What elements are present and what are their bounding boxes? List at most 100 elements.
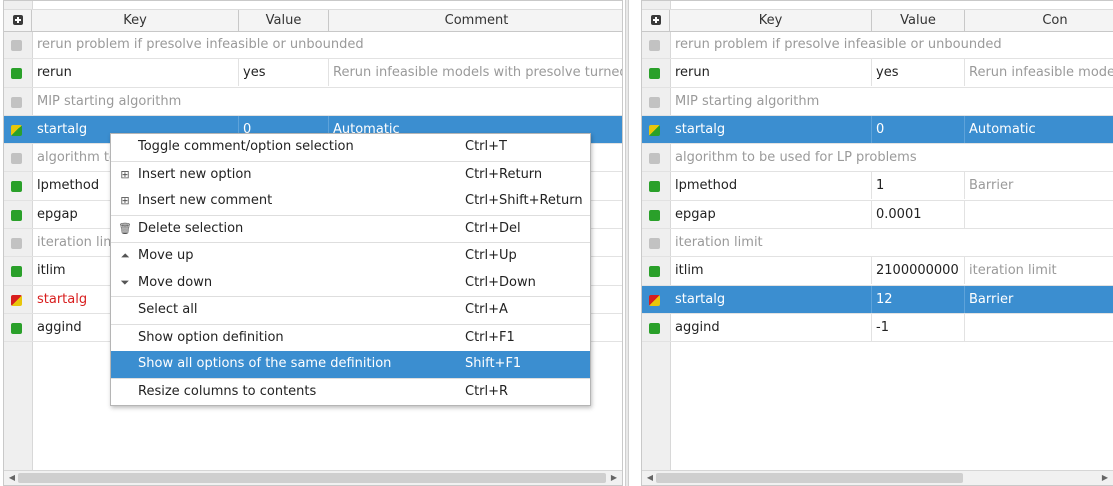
menu-item-move-up[interactable]: ⏶ Move up Ctrl+Up <box>111 243 590 270</box>
error-indicator-icon <box>11 294 22 306</box>
table-body: rerun problem if presolve infeasible or … <box>642 31 1113 343</box>
column-header-comment[interactable]: Con <box>965 10 1113 31</box>
context-menu: Toggle comment/option selection Ctrl+T ⊞ In… <box>110 133 591 406</box>
option-comment-cell[interactable]: Automatic <box>965 116 1113 143</box>
menu-item-show-all-options-of-the-same-definition[interactable]: Show all options of the same definition S… <box>111 351 590 378</box>
pane-splitter[interactable] <box>625 0 629 486</box>
comment-indicator-icon <box>11 96 22 108</box>
option-value-cell[interactable]: 1 <box>872 172 965 200</box>
comment-text[interactable]: MIP starting algorithm <box>33 88 622 115</box>
option-comment-cell[interactable]: Barrier <box>965 286 1113 313</box>
horizontal-scrollbar[interactable]: ◀ ▶ <box>4 470 622 485</box>
menu-item-shortcut: Ctrl+R <box>465 383 509 399</box>
option-row[interactable]: startalg 0 Automatic <box>642 115 1113 145</box>
option-value-cell[interactable]: 0.0001 <box>872 200 965 228</box>
scroll-right-icon[interactable]: ▶ <box>608 473 620 483</box>
option-value-cell[interactable]: 0 <box>872 115 965 143</box>
option-row[interactable]: rerun yes Rerun infeasible models with pre… <box>4 59 622 88</box>
menu-item-resize-columns-to-contents[interactable]: Resize columns to contents Ctrl+R <box>111 379 590 406</box>
option-indicator-icon <box>649 68 660 80</box>
menu-item-label: Insert new option <box>138 166 252 182</box>
add-row-header-button[interactable] <box>642 10 670 31</box>
insert-comment-icon: ⊞ <box>120 194 130 207</box>
insert-option-icon: ⊞ <box>120 167 130 181</box>
menu-item-move-down[interactable]: ⏷ Move down Ctrl+Down <box>111 270 590 297</box>
menu-item-label: Insert new comment <box>138 193 273 208</box>
column-header-value[interactable]: Value <box>872 10 965 31</box>
option-comment-cell[interactable]: iteration limit <box>965 257 1113 284</box>
option-indicator-icon <box>11 68 22 80</box>
option-row[interactable]: itlim 2100000000 iteration limit <box>642 257 1113 286</box>
option-key-cell[interactable]: itlim <box>671 257 872 285</box>
menu-item-insert-new-comment[interactable]: ⊞ Insert new comment Ctrl+Shift+Return <box>111 188 590 215</box>
error-indicator-icon <box>649 294 660 306</box>
comment-text[interactable]: MIP starting algorithm <box>671 88 1113 115</box>
add-row-header-button[interactable] <box>4 10 32 31</box>
option-value-cell[interactable]: yes <box>239 59 329 87</box>
menu-item-delete-selection[interactable]: 🗑 Delete selection Ctrl+Del <box>111 216 590 243</box>
plus-icon <box>651 15 661 25</box>
option-comment-cell[interactable]: Barrier <box>965 172 1113 199</box>
option-indicator-icon <box>649 322 660 334</box>
option-indicator-icon <box>11 181 22 193</box>
menu-item-label: Show option definition <box>138 329 284 345</box>
menu-item-label: Delete selection <box>138 220 244 236</box>
comment-text[interactable]: rerun problem if presolve infeasible or … <box>33 31 622 58</box>
option-comment-cell[interactable]: Rerun infeasible models with presolve tu… <box>329 59 622 86</box>
option-indicator-icon <box>11 322 22 334</box>
option-indicator-icon <box>649 181 660 193</box>
option-row[interactable]: lpmethod 1 Barrier <box>642 172 1113 201</box>
horizontal-scrollbar[interactable]: ◀ ▶ <box>642 470 1113 485</box>
option-key-cell[interactable]: startalg <box>671 115 872 143</box>
comment-text[interactable]: algorithm to be used for LP problems <box>671 144 1113 171</box>
table-header: Key Value Comment <box>4 9 622 32</box>
option-comment-cell[interactable] <box>965 201 1113 228</box>
comment-row[interactable]: iteration limit <box>642 229 1113 258</box>
modified-indicator-icon <box>11 124 22 136</box>
comment-indicator-icon <box>649 153 660 165</box>
scrollbar-thumb[interactable] <box>18 473 606 483</box>
option-row[interactable]: aggind -1 <box>642 313 1113 343</box>
comment-row[interactable]: MIP starting algorithm <box>4 88 622 116</box>
scrollbar-thumb[interactable] <box>656 473 963 483</box>
scroll-right-icon[interactable]: ▶ <box>1099 473 1111 483</box>
option-row[interactable]: epgap 0.0001 <box>642 200 1113 230</box>
table-header: Key Value Con <box>642 9 1113 32</box>
menu-item-shortcut: Ctrl+Down <box>465 274 536 290</box>
option-comment-cell[interactable] <box>965 314 1113 341</box>
option-value-cell[interactable]: yes <box>872 59 965 87</box>
menu-item-toggle-comment-option-selection[interactable]: Toggle comment/option selection Ctrl+T <box>111 134 590 161</box>
menu-item-show-option-definition[interactable]: Show option definition Ctrl+F1 <box>111 325 590 352</box>
menu-item-label: Move up <box>138 248 194 263</box>
option-key-cell[interactable]: startalg <box>671 285 872 313</box>
option-key-cell[interactable]: rerun <box>33 59 239 87</box>
comment-text[interactable]: rerun problem if presolve infeasible or … <box>671 31 1113 58</box>
comment-text[interactable]: iteration limit <box>671 229 1113 256</box>
menu-item-select-all[interactable]: Select all Ctrl+A <box>111 297 590 324</box>
comment-row[interactable]: rerun problem if presolve infeasible or … <box>642 31 1113 60</box>
scroll-left-icon[interactable]: ◀ <box>6 473 18 483</box>
option-comment-cell[interactable]: Rerun infeasible models <box>965 59 1113 86</box>
option-key-cell[interactable]: aggind <box>671 313 872 341</box>
column-header-value[interactable]: Value <box>239 10 329 31</box>
option-value-cell[interactable]: 2100000000 <box>872 257 965 285</box>
trash-icon: 🗑 <box>118 221 132 235</box>
option-row[interactable]: startalg 12 Barrier <box>642 285 1113 314</box>
comment-row[interactable]: MIP starting algorithm <box>642 88 1113 116</box>
option-key-cell[interactable]: lpmethod <box>671 172 872 200</box>
option-value-cell[interactable]: -1 <box>872 313 965 341</box>
column-header-key[interactable]: Key <box>670 10 872 31</box>
comment-row[interactable]: algorithm to be used for LP problems <box>642 144 1113 173</box>
comment-indicator-icon <box>649 96 660 108</box>
column-header-comment[interactable]: Comment <box>329 10 622 31</box>
option-indicator-icon <box>649 266 660 278</box>
option-key-cell[interactable]: epgap <box>671 200 872 228</box>
menu-item-insert-new-option[interactable]: ⊞ Insert new option Ctrl+Return <box>111 162 590 189</box>
comment-row[interactable]: rerun problem if presolve infeasible or … <box>4 31 622 60</box>
scroll-left-icon[interactable]: ◀ <box>644 473 656 483</box>
option-key-cell[interactable]: rerun <box>671 59 872 87</box>
right-option-table[interactable]: Key Value Con rerun problem if presolve … <box>641 0 1113 486</box>
option-row[interactable]: rerun yes Rerun infeasible models <box>642 59 1113 88</box>
column-header-key[interactable]: Key <box>32 10 239 31</box>
option-value-cell[interactable]: 12 <box>872 285 965 313</box>
